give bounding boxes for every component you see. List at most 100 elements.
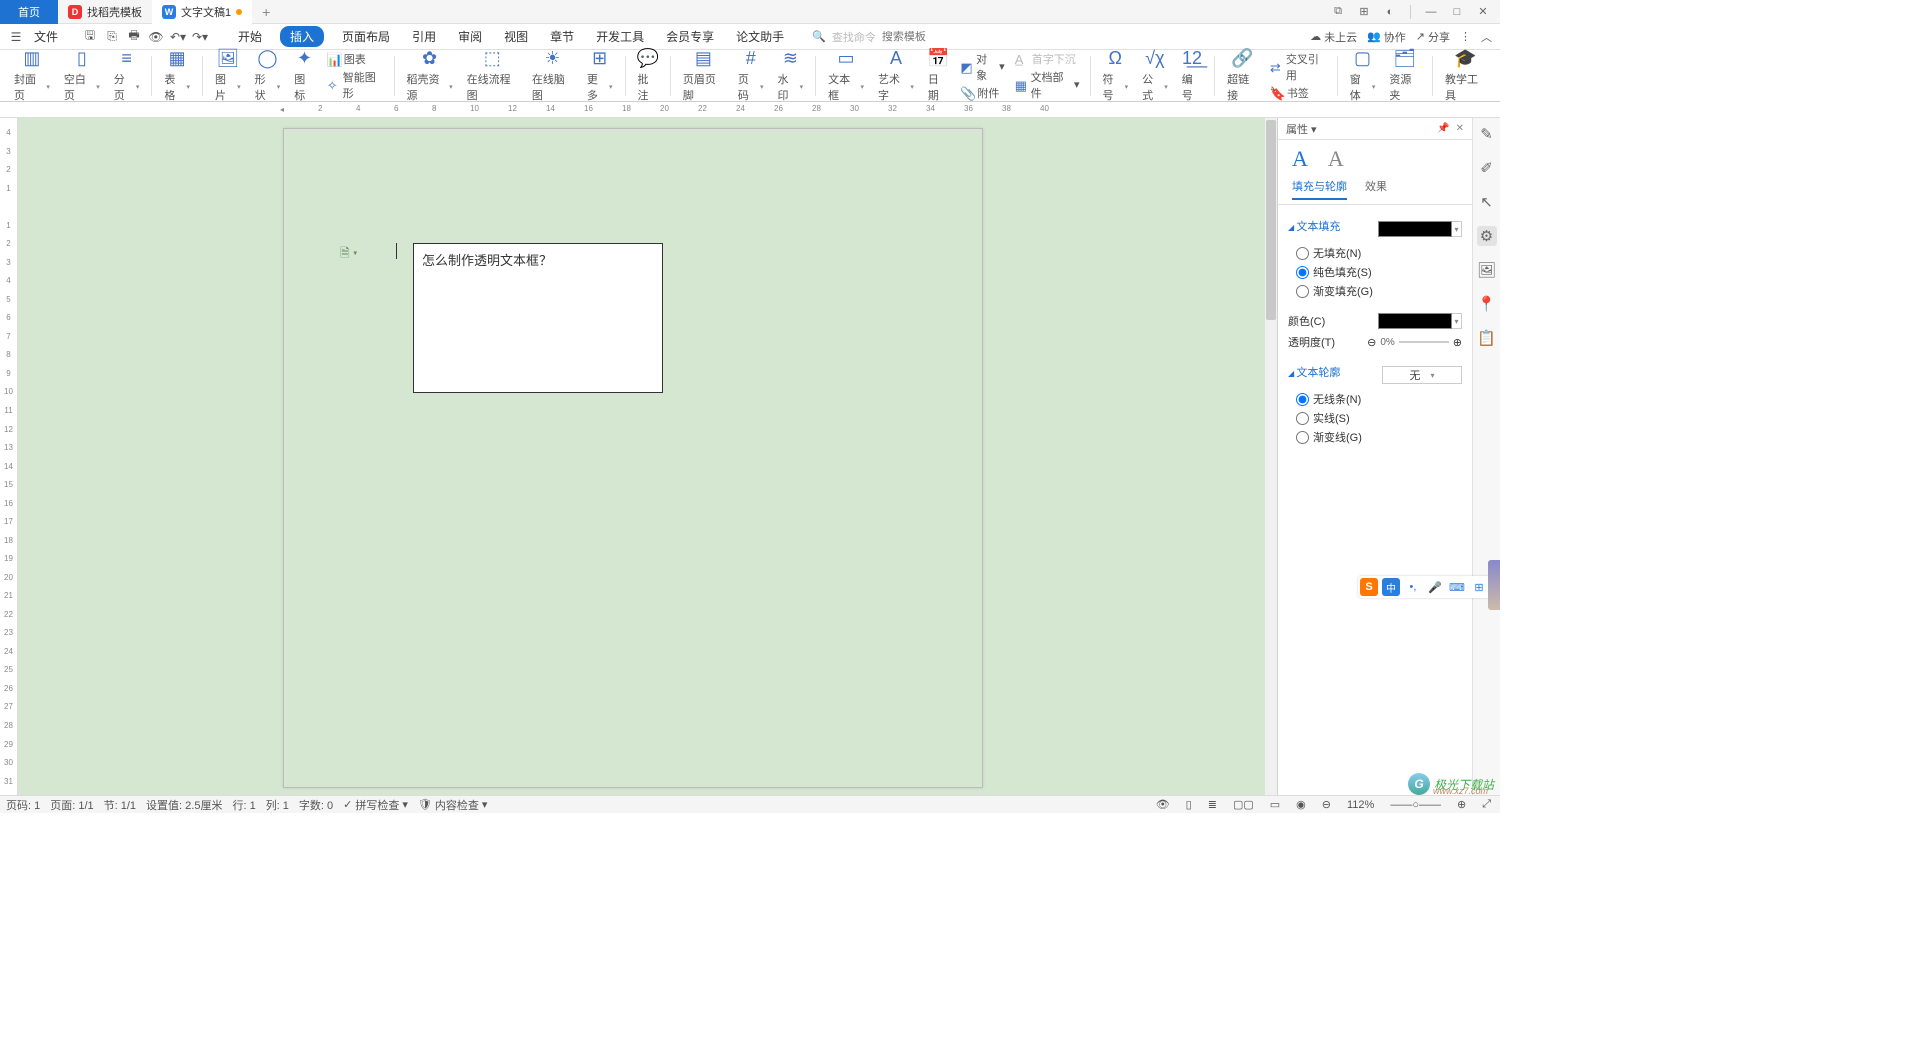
panel-subtab-effect[interactable]: 效果 bbox=[1365, 178, 1387, 200]
maximize-button[interactable]: □ bbox=[1448, 6, 1466, 18]
ribbon-window[interactable]: ▢窗体 bbox=[1344, 52, 1382, 100]
ribbon-pageno[interactable]: #页码 bbox=[732, 52, 770, 100]
status-pageno[interactable]: 页码: 1 bbox=[6, 797, 40, 813]
template-search-input[interactable] bbox=[882, 31, 962, 43]
cloud-status[interactable]: ☁未上云 bbox=[1310, 29, 1357, 45]
layout-icon[interactable]: ⧉ bbox=[1329, 5, 1347, 18]
fit-icon[interactable]: ⤢ bbox=[1479, 798, 1494, 811]
ribbon-formula[interactable]: √χ公式 bbox=[1136, 52, 1174, 100]
status-col[interactable]: 列: 1 bbox=[266, 797, 289, 813]
ime-sogou-icon[interactable]: S bbox=[1360, 578, 1378, 596]
ribbon-tab-section[interactable]: 章节 bbox=[546, 26, 578, 47]
ribbon-dkres[interactable]: ✿稻壳资源 bbox=[401, 52, 459, 100]
ribbon-tab-review[interactable]: 审阅 bbox=[454, 26, 486, 47]
panel-tab-effect-icon[interactable]: A bbox=[1328, 146, 1344, 172]
radio-fill-none[interactable]: 无填充(N) bbox=[1296, 245, 1462, 261]
status-chars[interactable]: 字数: 0 bbox=[299, 797, 333, 813]
ribbon-mind[interactable]: ☀在线脑图 bbox=[526, 52, 579, 100]
ribbon-more[interactable]: ⊞更多 bbox=[581, 52, 619, 100]
collab-button[interactable]: 👥协作 bbox=[1367, 29, 1406, 45]
ribbon-picture[interactable]: 🖼图片 bbox=[209, 52, 247, 100]
ime-lang-icon[interactable]: 中 bbox=[1382, 578, 1400, 596]
ribbon-cover[interactable]: ▥封面页 bbox=[8, 52, 56, 100]
document-canvas[interactable]: 🗎 ▾ 怎么制作透明文本框？ bbox=[18, 118, 1277, 795]
view-outline-icon[interactable]: ≣ bbox=[1205, 798, 1220, 811]
ime-toolbar[interactable]: S 中 •, 🎤 ⌨ ⊞ bbox=[1358, 576, 1490, 598]
zoom-in-icon[interactable]: ⊕ bbox=[1454, 798, 1469, 811]
ribbon-resgrp[interactable]: 🗂资源夹 bbox=[1383, 52, 1426, 100]
menu-icon[interactable]: ☰ bbox=[8, 29, 24, 45]
ribbon-icon[interactable]: ✦图标 bbox=[288, 52, 321, 100]
tool-assistant-icon[interactable]: ✎ bbox=[1477, 124, 1497, 144]
ribbon-object[interactable]: ◩对象▾ bbox=[960, 51, 1004, 83]
scrollbar-thumb[interactable] bbox=[1266, 120, 1276, 320]
preview-icon[interactable]: 👁 bbox=[148, 29, 164, 45]
status-page[interactable]: 页面: 1/1 bbox=[50, 797, 93, 813]
ribbon-bookmark[interactable]: 🔖书签 bbox=[1270, 85, 1327, 101]
opacity-slider[interactable]: ⊖ 0% ⊕ bbox=[1367, 336, 1462, 349]
fill-swatch[interactable] bbox=[1378, 221, 1452, 237]
ribbon-link[interactable]: 🔗超链接 bbox=[1221, 52, 1264, 100]
opacity-minus-icon[interactable]: ⊖ bbox=[1367, 336, 1376, 349]
ribbon-dropcap[interactable]: A̲首字下沉 bbox=[1015, 51, 1080, 67]
ribbon-tab-view[interactable]: 视图 bbox=[500, 26, 532, 47]
radio-outline-grad[interactable]: 渐变线(G) bbox=[1296, 429, 1462, 445]
view-read-icon[interactable]: ▢▢ bbox=[1230, 798, 1257, 811]
ribbon-tab-reference[interactable]: 引用 bbox=[408, 26, 440, 47]
ribbon-numbering[interactable]: 1̲2̲编号 bbox=[1176, 52, 1209, 100]
command-search[interactable]: 🔍 查找命令 bbox=[812, 29, 962, 45]
close-button[interactable]: ✕ bbox=[1474, 5, 1492, 18]
ruler-horizontal[interactable]: ◂ 246810121416182022242628303234363840 bbox=[0, 102, 1500, 118]
ribbon-blank[interactable]: ▯空白页 bbox=[58, 52, 106, 100]
textbox[interactable]: 怎么制作透明文本框？ bbox=[413, 243, 663, 393]
fill-swatch-dd[interactable]: ▾ bbox=[1452, 221, 1462, 237]
ribbon-docpart[interactable]: ▦文档部件▾ bbox=[1015, 69, 1080, 101]
ribbon-section[interactable]: ≡分页 bbox=[108, 52, 146, 100]
ruler-vertical[interactable]: 4321123456789101112131415161718192021222… bbox=[0, 118, 18, 795]
ribbon-wordart[interactable]: A艺术字 bbox=[872, 52, 920, 100]
tab-document[interactable]: W文字文稿1 bbox=[152, 0, 252, 24]
tab-add-button[interactable]: + bbox=[252, 4, 280, 20]
side-handle[interactable] bbox=[1488, 560, 1500, 610]
panel-pin-icon[interactable]: 📌 bbox=[1437, 123, 1449, 134]
view-focus-icon[interactable]: ◉ bbox=[1293, 798, 1309, 811]
view-eye-icon[interactable]: 👁 bbox=[1153, 798, 1173, 811]
view-page-icon[interactable]: ▯ bbox=[1183, 798, 1195, 811]
status-contentcheck[interactable]: 🛡内容检查 ▾ bbox=[418, 797, 488, 813]
ribbon-chart[interactable]: 📊图表 bbox=[327, 51, 384, 67]
ribbon-teach[interactable]: 🎓教学工具 bbox=[1439, 52, 1492, 100]
status-section[interactable]: 节: 1/1 bbox=[104, 797, 136, 813]
page[interactable] bbox=[283, 128, 983, 788]
panel-tab-fill[interactable]: A bbox=[1292, 146, 1308, 172]
tab-home[interactable]: 首页 bbox=[0, 0, 58, 24]
ribbon-textbox[interactable]: ▭文本框 bbox=[822, 52, 870, 100]
radio-fill-grad[interactable]: 渐变填充(G) bbox=[1296, 283, 1462, 299]
zoom-value[interactable]: 112% bbox=[1344, 799, 1377, 811]
ime-keyboard-icon[interactable]: ⌨ bbox=[1448, 578, 1466, 596]
redo-icon[interactable]: ↷▾ bbox=[192, 29, 208, 45]
outline-select[interactable]: 无▾ bbox=[1382, 366, 1462, 384]
status-line[interactable]: 行: 1 bbox=[232, 797, 255, 813]
section-text-fill[interactable]: 文本填充 bbox=[1288, 218, 1340, 234]
ribbon-attach[interactable]: 📎附件 bbox=[960, 85, 1004, 101]
ribbon-symbol[interactable]: Ω符号 bbox=[1096, 52, 1134, 100]
opacity-plus-icon[interactable]: ⊕ bbox=[1453, 336, 1462, 349]
more-menu[interactable]: ⋮ bbox=[1460, 30, 1471, 43]
scrollbar-vertical[interactable] bbox=[1265, 118, 1277, 795]
tool-properties-icon[interactable]: ⚙ bbox=[1477, 226, 1497, 246]
status-pos[interactable]: 设置值: 2.5厘米 bbox=[146, 797, 222, 813]
ribbon-tab-start[interactable]: 开始 bbox=[234, 26, 266, 47]
minimize-button[interactable]: — bbox=[1422, 6, 1440, 18]
ime-menu-icon[interactable]: ⊞ bbox=[1470, 578, 1488, 596]
ribbon-flow[interactable]: ⬚在线流程图 bbox=[461, 52, 524, 100]
ribbon-header[interactable]: ▤页眉页脚 bbox=[677, 52, 730, 100]
ribbon-date[interactable]: 📅日期 bbox=[922, 52, 955, 100]
tab-templates[interactable]: D找稻壳模板 bbox=[58, 0, 152, 24]
tool-location-icon[interactable]: 📍 bbox=[1477, 294, 1497, 314]
save-icon[interactable]: 🖫 bbox=[82, 29, 98, 45]
undo-icon[interactable]: ↶▾ bbox=[170, 29, 186, 45]
ribbon-smartart[interactable]: ✧智能图形 bbox=[327, 69, 384, 101]
tool-style-icon[interactable]: ✐ bbox=[1477, 158, 1497, 178]
ribbon-comment[interactable]: 💬批注 bbox=[631, 52, 664, 100]
share-button[interactable]: ↗分享 bbox=[1416, 29, 1450, 45]
